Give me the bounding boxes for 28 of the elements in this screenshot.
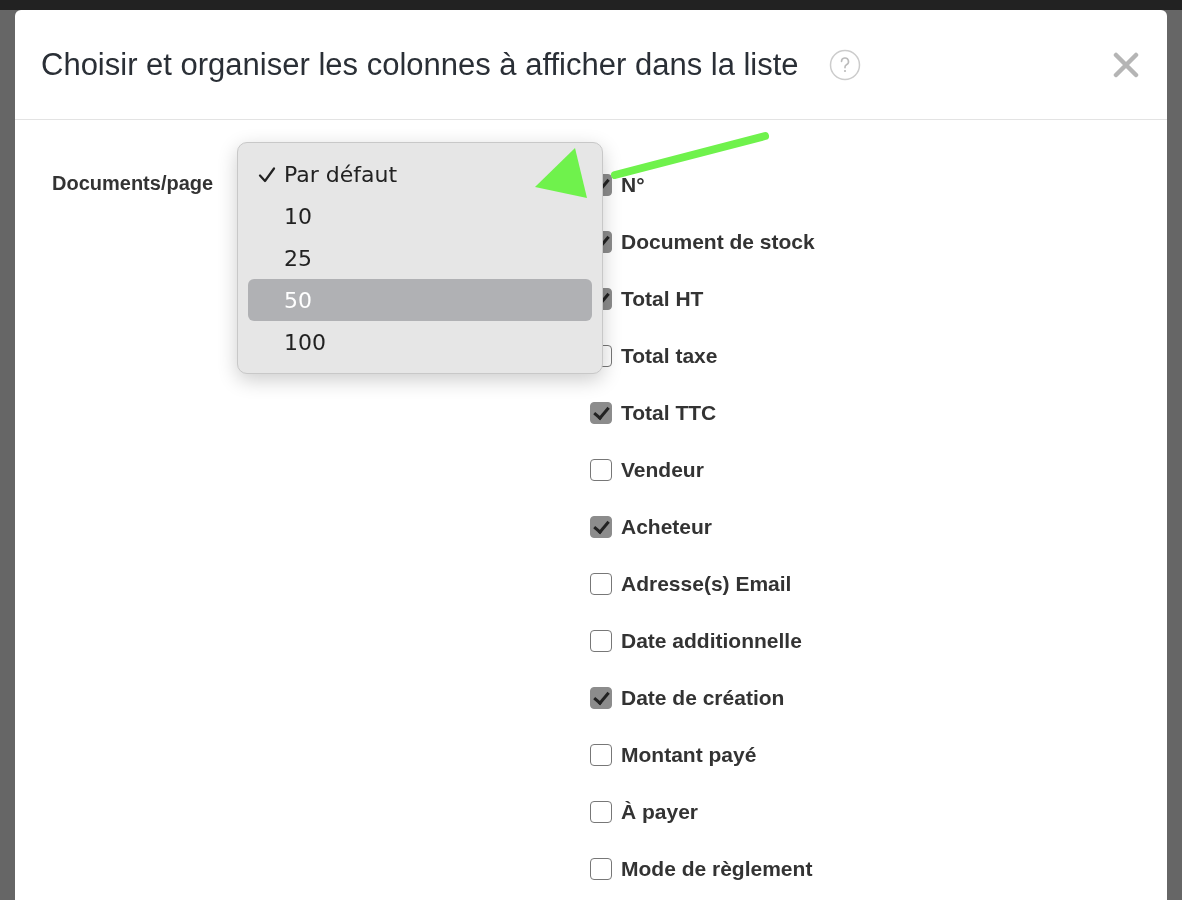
column-label: Adresse(s) Email: [621, 572, 792, 596]
column-label: Date de création: [621, 686, 785, 710]
column-label: N°: [621, 173, 645, 197]
dropdown-option[interactable]: 100: [248, 321, 592, 363]
column-label: Date additionnelle: [621, 629, 802, 653]
dialog-title: Choisir et organiser les colonnes à afficher dans la liste: [41, 46, 799, 83]
column-label: Mode de règlement: [621, 857, 813, 881]
checkbox[interactable]: [590, 573, 612, 595]
checkbox[interactable]: [590, 687, 612, 709]
checkbox[interactable]: [590, 858, 612, 880]
column-label: Total taxe: [621, 344, 718, 368]
dropdown-option[interactable]: 25: [248, 237, 592, 279]
column-label: Total TTC: [621, 401, 717, 425]
checkbox[interactable]: [590, 402, 612, 424]
checkbox[interactable]: [590, 516, 612, 538]
column-label: À payer: [621, 800, 699, 824]
column-label: Montant payé: [621, 743, 757, 767]
checkbox[interactable]: [590, 630, 612, 652]
dropdown-option[interactable]: Par défaut: [248, 153, 592, 195]
dropdown-option[interactable]: 10: [248, 195, 592, 237]
checkbox[interactable]: [590, 744, 612, 766]
column-label: Acheteur: [621, 515, 713, 539]
checkbox[interactable]: [590, 459, 612, 481]
column-label: Total HT: [621, 287, 704, 311]
page-size-label: Documents/page: [52, 172, 214, 194]
checkbox[interactable]: [590, 801, 612, 823]
column-label: Vendeur: [621, 458, 704, 482]
column-label: Document de stock: [621, 230, 815, 254]
